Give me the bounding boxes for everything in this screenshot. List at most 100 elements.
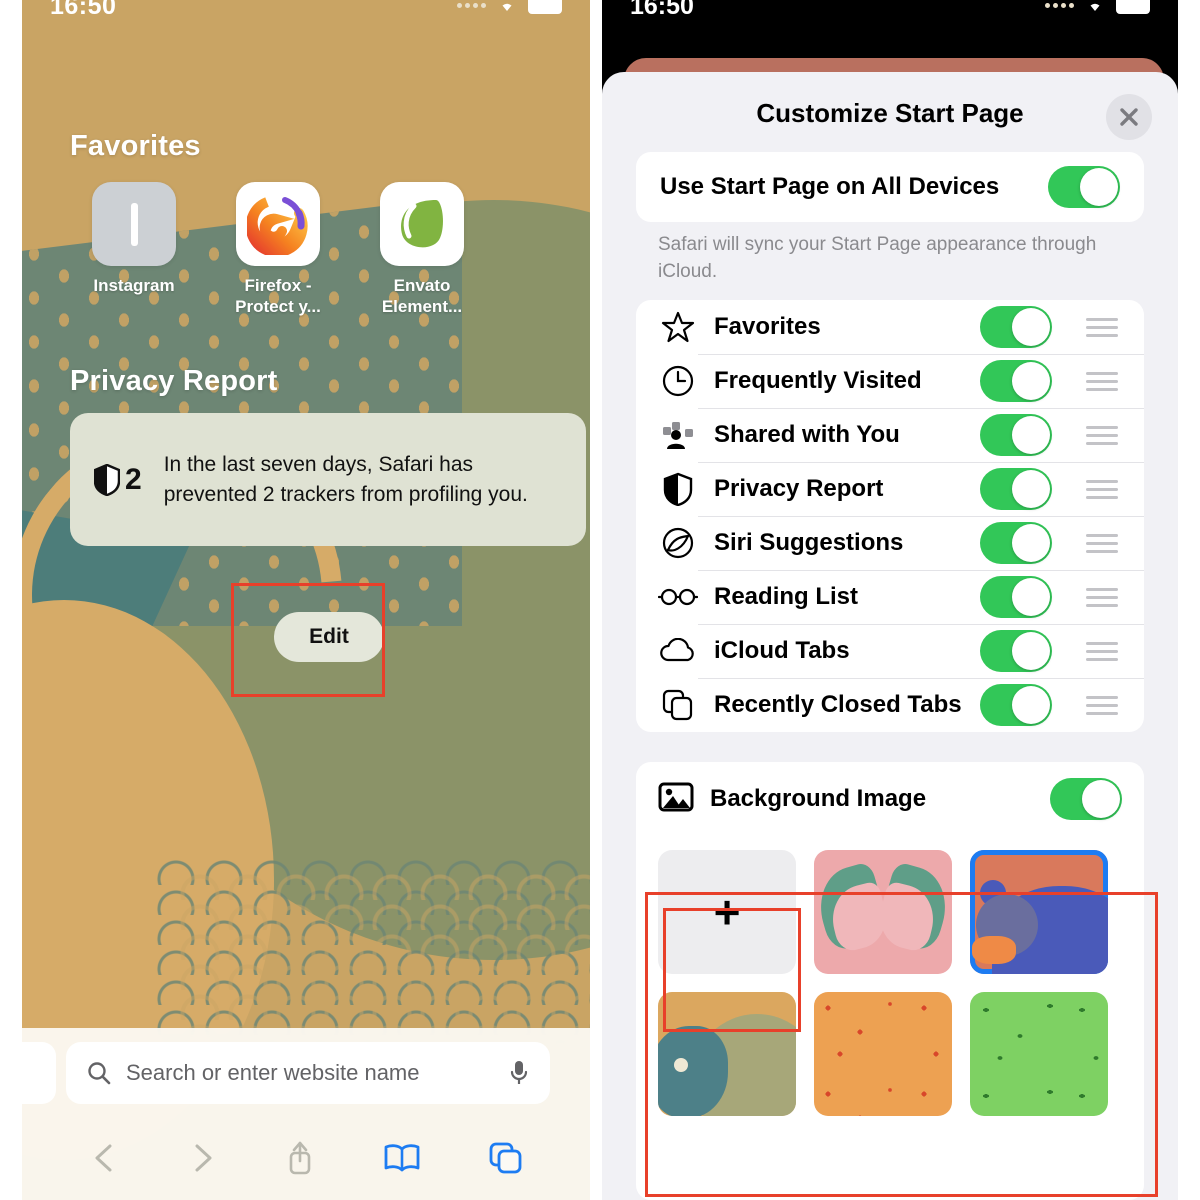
favorite-label: Envato Element... bbox=[381, 276, 463, 316]
moon-wallpaper[interactable] bbox=[658, 992, 796, 1116]
sync-toggle[interactable] bbox=[1048, 166, 1120, 208]
favorites-row: Instagram Firefox - Protect y... Envato … bbox=[62, 182, 494, 317]
favorites-heading: Favorites bbox=[70, 130, 201, 162]
forward-button[interactable] bbox=[187, 1141, 217, 1175]
shared-with-you-icon bbox=[658, 418, 698, 452]
sync-group: Use Start Page on All Devices bbox=[636, 152, 1144, 222]
drag-handle-icon[interactable] bbox=[1082, 479, 1122, 499]
status-indicators bbox=[457, 0, 562, 14]
section-label: Siri Suggestions bbox=[714, 529, 904, 556]
section-label: iCloud Tabs bbox=[714, 637, 850, 664]
bear-wallpaper[interactable] bbox=[970, 850, 1108, 974]
privacy-report-card[interactable]: 2 In the last seven days, Safari has pre… bbox=[70, 413, 586, 546]
status-time: 16:50 bbox=[630, 0, 694, 20]
previous-tab-peek[interactable] bbox=[22, 1042, 56, 1104]
browser-bottom-bar: Search or enter website name bbox=[22, 1028, 590, 1200]
status-indicators bbox=[1045, 0, 1150, 14]
background-image-row[interactable]: Background Image bbox=[636, 762, 1144, 836]
left-status-bar: 16:50 bbox=[22, 0, 590, 34]
signal-dots-icon bbox=[1045, 2, 1074, 8]
signal-dots-icon bbox=[457, 2, 486, 8]
chevron-left-icon bbox=[95, 1144, 112, 1172]
siri-suggestions-icon bbox=[658, 526, 698, 560]
instagram-icon bbox=[92, 182, 176, 266]
battery-icon bbox=[528, 0, 562, 14]
section-row-siri-suggestions[interactable]: Siri Suggestions bbox=[636, 516, 1144, 570]
favorite-item-instagram[interactable]: Instagram bbox=[62, 182, 206, 317]
background-image-group: Background Image + bbox=[636, 762, 1144, 1200]
section-toggle[interactable] bbox=[980, 414, 1052, 456]
search-icon bbox=[88, 1062, 111, 1085]
drag-handle-icon[interactable] bbox=[1082, 317, 1122, 337]
use-start-page-all-devices-row[interactable]: Use Start Page on All Devices bbox=[636, 152, 1144, 222]
sync-label: Use Start Page on All Devices bbox=[660, 173, 1000, 200]
share-icon bbox=[289, 1141, 311, 1175]
tabs-icon bbox=[489, 1142, 522, 1174]
section-row-reading-list[interactable]: Reading List bbox=[636, 570, 1144, 624]
close-icon bbox=[1120, 108, 1138, 126]
section-label: Privacy Report bbox=[714, 475, 884, 502]
section-toggle[interactable] bbox=[980, 306, 1052, 348]
wallpaper-thumbnail-grid: + bbox=[636, 836, 1144, 1116]
drag-handle-icon[interactable] bbox=[1082, 371, 1122, 391]
section-toggle[interactable] bbox=[980, 684, 1052, 726]
section-label: Recently Closed Tabs bbox=[714, 691, 962, 718]
butterfly-wallpaper[interactable] bbox=[814, 850, 952, 974]
section-toggle[interactable] bbox=[980, 630, 1052, 672]
back-button[interactable] bbox=[90, 1141, 120, 1175]
photo-icon bbox=[658, 782, 694, 817]
background-image-toggle[interactable] bbox=[1050, 778, 1122, 820]
privacy-tracker-badge: 2 bbox=[94, 463, 142, 497]
tabs-button[interactable] bbox=[488, 1141, 522, 1175]
favorite-label: Instagram bbox=[93, 276, 175, 295]
section-row-icloud-tabs[interactable]: iCloud Tabs bbox=[636, 624, 1144, 678]
privacy-report-heading: Privacy Report bbox=[70, 365, 278, 397]
section-label: Favorites bbox=[714, 313, 821, 340]
address-search-bar[interactable]: Search or enter website name bbox=[66, 1042, 550, 1104]
favorite-label: Firefox - Protect y... bbox=[235, 276, 321, 316]
section-row-favorites[interactable]: Favorites bbox=[636, 300, 1144, 354]
privacy-message: In the last seven days, Safari has preve… bbox=[163, 452, 528, 506]
add-custom-image-tile[interactable]: + bbox=[658, 850, 796, 974]
section-toggle[interactable] bbox=[980, 522, 1052, 564]
drag-handle-icon[interactable] bbox=[1082, 587, 1122, 607]
drag-handle-icon[interactable] bbox=[1082, 641, 1122, 661]
green-pattern-wallpaper[interactable] bbox=[970, 992, 1108, 1116]
book-icon bbox=[384, 1144, 420, 1172]
customize-start-page-panel: 16:50 Customize Start Page Use Start Pag… bbox=[602, 0, 1178, 1200]
customize-start-page-sheet: Customize Start Page Use Start Page on A… bbox=[602, 72, 1178, 1200]
drag-handle-icon[interactable] bbox=[1082, 695, 1122, 715]
wifi-icon bbox=[502, 3, 512, 11]
clock-icon bbox=[658, 364, 698, 398]
edit-button[interactable]: Edit bbox=[274, 612, 384, 662]
status-time: 16:50 bbox=[50, 0, 117, 20]
safari-start-page-panel: 16:50 Favorites Instagram Firefox - Prot… bbox=[22, 0, 590, 1200]
favorite-item-envato[interactable]: Envato Element... bbox=[350, 182, 494, 317]
close-button[interactable] bbox=[1106, 94, 1152, 140]
star-icon bbox=[658, 310, 698, 344]
shield-icon bbox=[658, 472, 698, 506]
bookmarks-button[interactable] bbox=[383, 1142, 421, 1174]
start-page-background-art bbox=[22, 0, 590, 1200]
section-row-frequently-visited[interactable]: Frequently Visited bbox=[636, 354, 1144, 408]
envato-elements-icon bbox=[380, 182, 464, 266]
section-toggle[interactable] bbox=[980, 468, 1052, 510]
section-label: Reading List bbox=[714, 583, 859, 610]
share-button[interactable] bbox=[284, 1139, 316, 1177]
section-toggle[interactable] bbox=[980, 360, 1052, 402]
microphone-icon[interactable] bbox=[508, 1059, 530, 1087]
drag-handle-icon[interactable] bbox=[1082, 425, 1122, 445]
right-status-bar: 16:50 bbox=[602, 0, 1178, 56]
background-scales-pattern-gold bbox=[176, 870, 590, 1050]
drag-handle-icon[interactable] bbox=[1082, 533, 1122, 553]
shield-icon bbox=[94, 463, 120, 496]
section-row-privacy-report[interactable]: Privacy Report bbox=[636, 462, 1144, 516]
sections-group: Favorites Frequently Visited Shared with… bbox=[636, 300, 1144, 732]
favorite-item-firefox[interactable]: Firefox - Protect y... bbox=[206, 182, 350, 317]
section-toggle[interactable] bbox=[980, 576, 1052, 618]
section-row-recently-closed-tabs[interactable]: Recently Closed Tabs bbox=[636, 678, 1144, 732]
screenshot-stage: 16:50 Favorites Instagram Firefox - Prot… bbox=[0, 0, 1200, 1200]
sync-footnote: Safari will sync your Start Page appeara… bbox=[658, 234, 1097, 282]
orange-pattern-wallpaper[interactable] bbox=[814, 992, 952, 1116]
section-row-shared-with-you[interactable]: Shared with You bbox=[636, 408, 1144, 462]
